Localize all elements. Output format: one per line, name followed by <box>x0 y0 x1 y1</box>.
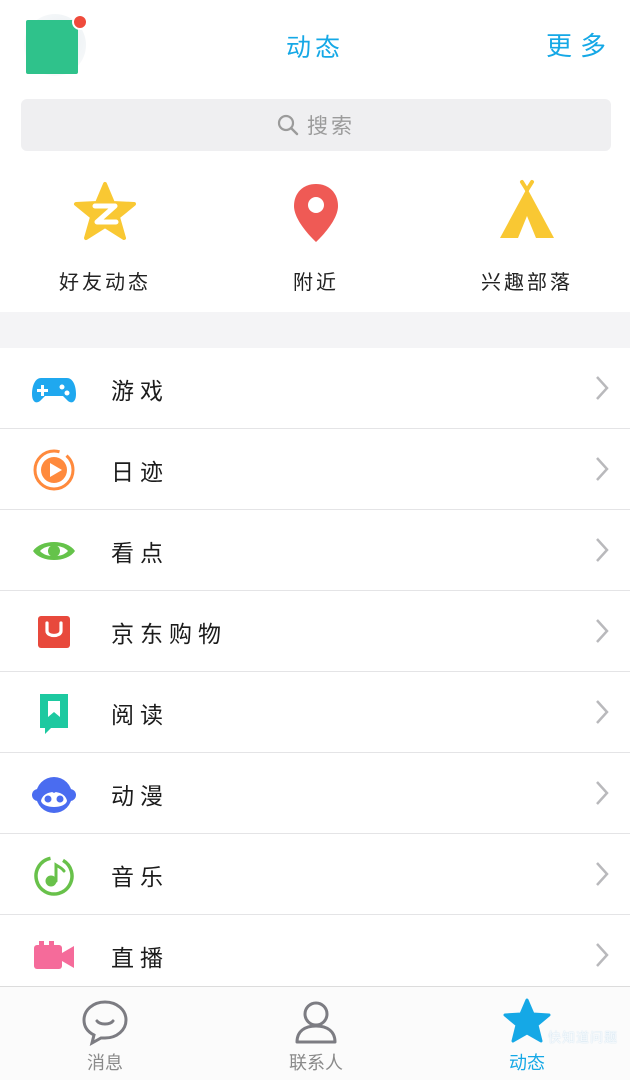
tab-messages[interactable]: 消息 <box>25 987 185 1080</box>
list-item-label: 动漫 <box>111 784 169 810</box>
more-button[interactable]: 更多 <box>546 26 614 63</box>
chevron-right-icon <box>596 700 609 724</box>
anime-face-icon <box>31 771 77 817</box>
list-item-kandian[interactable]: 看点 <box>0 510 630 591</box>
list-item-label: 看点 <box>111 541 169 567</box>
shopping-bag-icon <box>31 609 77 655</box>
music-icon <box>31 852 77 898</box>
chevron-right-icon <box>596 862 609 886</box>
quick-entry-label: 好友动态 <box>59 270 151 294</box>
quick-entry-label: 附近 <box>293 270 339 294</box>
chevron-right-icon <box>596 943 609 967</box>
list-item-anime[interactable]: 动漫 <box>0 753 630 834</box>
list-item-label: 音乐 <box>111 865 169 891</box>
qzone-star-icon <box>70 178 140 248</box>
bottom-tab-bar: 消息 联系人 动态 快知道问题 <box>0 986 630 1080</box>
contact-person-icon <box>291 997 341 1047</box>
search-placeholder: 搜索 <box>307 114 355 138</box>
bookmark-icon <box>31 690 77 736</box>
star-icon <box>502 997 552 1047</box>
tab-label: 消息 <box>87 1053 123 1074</box>
list-item-label: 直播 <box>111 946 169 972</box>
eye-icon <box>31 528 77 574</box>
quick-entry-nearby[interactable]: 附近 <box>236 168 396 295</box>
quick-entry-label: 兴趣部落 <box>481 270 573 294</box>
chevron-right-icon <box>596 538 609 562</box>
search-bar[interactable]: 搜索 <box>21 99 611 151</box>
chevron-right-icon <box>596 619 609 643</box>
list-item-live[interactable]: 直播 <box>0 915 630 996</box>
video-play-icon <box>31 447 77 493</box>
tab-label: 动态 <box>509 1053 545 1074</box>
list-item-reading[interactable]: 阅读 <box>0 672 630 753</box>
feature-list: 游戏 日迹 看点 京东购物 阅读 动漫 音乐 直播 <box>0 348 630 996</box>
list-item-daily-trace[interactable]: 日迹 <box>0 429 630 510</box>
quick-entry-friend-feed[interactable]: 好友动态 <box>25 168 185 295</box>
tent-icon <box>492 178 562 248</box>
list-item-label: 京东购物 <box>111 622 227 648</box>
camera-icon <box>31 933 77 979</box>
search-icon <box>277 114 299 136</box>
location-pin-icon <box>281 178 351 248</box>
list-item-label: 日迹 <box>111 460 169 486</box>
quick-entries: 好友动态 附近 兴趣部落 <box>0 168 630 302</box>
gamepad-icon <box>31 366 77 412</box>
tab-label: 联系人 <box>289 1053 343 1074</box>
list-item-label: 阅读 <box>111 703 169 729</box>
tab-contacts[interactable]: 联系人 <box>236 987 396 1080</box>
list-item-music[interactable]: 音乐 <box>0 834 630 915</box>
list-item-game[interactable]: 游戏 <box>0 348 630 429</box>
chevron-right-icon <box>596 376 609 400</box>
chat-bubble-icon <box>80 997 130 1047</box>
top-bar: 动态 更多 <box>0 0 630 92</box>
list-item-label: 游戏 <box>111 379 169 405</box>
quick-entry-interest-tribe[interactable]: 兴趣部落 <box>447 168 607 295</box>
page-title: 动态 <box>285 33 344 62</box>
list-item-jd-shopping[interactable]: 京东购物 <box>0 591 630 672</box>
watermark: 快知道问题 <box>547 1031 618 1046</box>
chevron-right-icon <box>596 781 609 805</box>
chevron-right-icon <box>596 457 609 481</box>
section-divider <box>0 312 630 348</box>
